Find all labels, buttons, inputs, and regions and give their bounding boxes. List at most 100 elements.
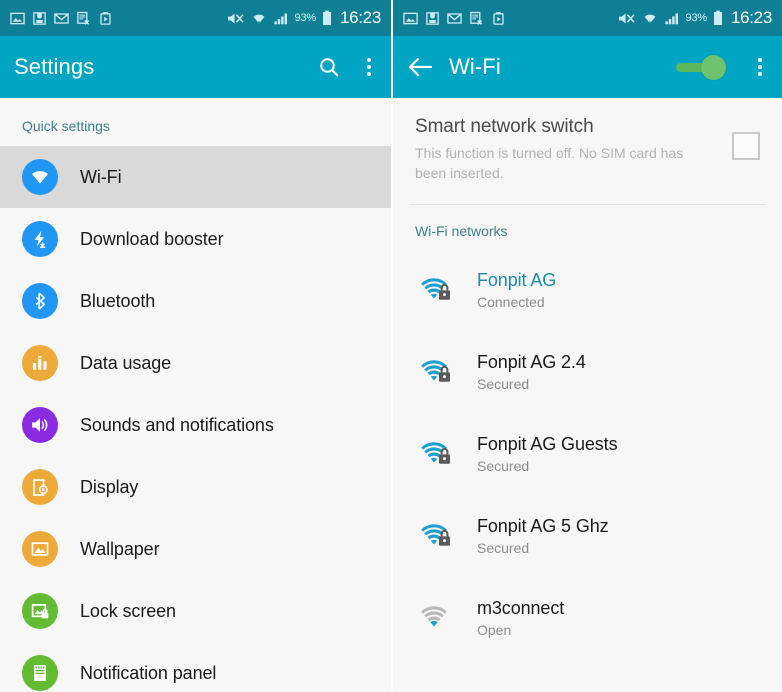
sidebar-item-label: Data usage <box>80 352 172 373</box>
smart-network-switch-description: This function is turned off. No SIM card… <box>415 145 684 182</box>
sidebar-item-lock-screen[interactable]: Lock screen <box>0 580 391 642</box>
network-status: Connected <box>477 293 545 310</box>
overflow-menu-icon[interactable] <box>752 54 768 80</box>
smart-network-switch-checkbox[interactable] <box>732 132 760 160</box>
sidebar-item-bluetooth[interactable]: Bluetooth <box>0 270 391 332</box>
dual-screenshot: 93% 16:23 Settings Quick settings Wi-Fi … <box>0 0 782 692</box>
wifi-networks-label: Wi-Fi networks <box>415 222 508 239</box>
search-icon[interactable] <box>317 55 341 79</box>
app-install-icon <box>493 11 504 25</box>
network-row-fonpit-ag-guests[interactable]: Fonpit AG Guests Secured <box>393 413 782 495</box>
network-status: Open <box>477 621 512 638</box>
settings-app-bar-actions <box>317 54 377 80</box>
quick-settings-label: Quick settings <box>22 118 110 134</box>
mute-icon <box>618 12 635 24</box>
settings-app-bar: Settings <box>0 36 391 98</box>
wifi-secured-icon <box>415 521 455 551</box>
sidebar-item-label: Bluetooth <box>80 290 156 311</box>
bluetooth-badge <box>22 283 58 319</box>
download-booster-icon <box>34 230 46 248</box>
gallery-icon <box>403 12 418 24</box>
sidebar-item-label: Lock screen <box>80 600 176 621</box>
network-name: Fonpit AG 2.4 <box>477 351 586 372</box>
network-name: m3connect <box>477 597 565 618</box>
smart-network-switch-text: Smart network switch This function is tu… <box>415 116 732 184</box>
network-row-fonpit-ag-2-4[interactable]: Fonpit AG 2.4 Secured <box>393 331 782 413</box>
sidebar-item-label: Sounds and notifications <box>80 414 274 435</box>
status-bar: 93% 16:23 <box>0 0 391 36</box>
notification-panel-icon <box>34 665 46 681</box>
status-bar-system-icons: 93% 16:23 <box>226 8 381 28</box>
battery-percent: 93% <box>294 12 317 24</box>
battery-percent: 93% <box>685 12 708 24</box>
sidebar-item-data-usage[interactable]: Data usage <box>0 332 391 394</box>
gmail-icon <box>54 12 69 24</box>
data-usage-icon <box>32 356 47 370</box>
network-status: Secured <box>477 375 530 392</box>
sidebar-item-display[interactable]: Display <box>0 456 391 518</box>
wifi-badge <box>22 159 58 195</box>
sound-badge <box>22 407 58 443</box>
sidebar-item-wallpaper[interactable]: Wallpaper <box>0 518 391 580</box>
gmail-icon <box>447 12 462 24</box>
network-text: Fonpit AG 5 Ghz Secured <box>477 516 760 556</box>
lock-screen-badge <box>22 593 58 629</box>
display-badge <box>22 469 58 505</box>
save-icon <box>33 11 46 25</box>
notification-panel-badge <box>22 655 58 691</box>
signal-icon <box>664 12 678 24</box>
save-icon <box>426 11 439 25</box>
page-title: Wi-Fi <box>449 54 501 79</box>
bluetooth-icon <box>35 292 46 310</box>
network-row-m3connect[interactable]: m3connect Open <box>393 577 782 659</box>
back-arrow-icon[interactable] <box>407 56 433 78</box>
wifi-app-bar: Wi-Fi <box>393 36 782 98</box>
network-row-fonpit-ag-5-ghz[interactable]: Fonpit AG 5 Ghz Secured <box>393 495 782 577</box>
sidebar-item-sounds-and-notifications[interactable]: Sounds and notifications <box>0 394 391 456</box>
wifi-app-bar-actions <box>674 52 768 82</box>
wifi-icon <box>253 14 264 24</box>
page-title: Settings <box>14 54 95 79</box>
network-name: Fonpit AG <box>477 269 557 290</box>
wifi-icon <box>644 14 655 24</box>
sidebar-item-label: Wi-Fi <box>80 166 122 187</box>
status-bar-system-icons: 93% 16:23 <box>617 8 772 28</box>
wifi-icon <box>32 171 48 184</box>
wifi-toggle[interactable] <box>674 52 726 82</box>
data-usage-badge <box>22 345 58 381</box>
status-bar-notification-icons <box>10 11 226 26</box>
sidebar-item-notification-panel[interactable]: Notification panel <box>0 642 391 692</box>
wifi-secured-icon <box>415 357 455 387</box>
overflow-menu-icon[interactable] <box>361 54 377 80</box>
wifi-open-weak-icon <box>415 603 455 633</box>
wifi-secured-icon <box>415 275 455 305</box>
battery-icon <box>322 10 331 25</box>
sidebar-item-download-booster[interactable]: Download booster <box>0 208 391 270</box>
sound-icon <box>32 418 48 432</box>
lock-screen-icon <box>31 603 48 618</box>
network-status: Secured <box>477 539 530 556</box>
battery-icon <box>713 10 722 25</box>
network-name: Fonpit AG Guests <box>477 433 618 454</box>
sidebar-item-label: Notification panel <box>80 662 217 683</box>
display-icon <box>32 478 48 496</box>
sidebar-item-label: Download booster <box>80 228 224 249</box>
network-text: Fonpit AG 2.4 Secured <box>477 352 760 392</box>
gallery-icon <box>10 12 25 24</box>
toggle-knob <box>701 55 726 80</box>
status-bar: 93% 16:23 <box>393 0 782 36</box>
network-text: Fonpit AG Connected <box>477 270 760 310</box>
wallpaper-icon <box>31 542 49 556</box>
app-install-icon <box>100 11 111 25</box>
clock: 16:23 <box>339 8 381 27</box>
clock: 16:23 <box>730 8 772 27</box>
document-error-icon <box>77 11 90 25</box>
wifi-screen: 93% 16:23 Wi-Fi Smart network switch Thi… <box>391 0 782 692</box>
signal-icon <box>273 12 287 24</box>
smart-network-switch-row[interactable]: Smart network switch This function is tu… <box>393 98 782 204</box>
network-row-fonpit-ag[interactable]: Fonpit AG Connected <box>393 249 782 331</box>
settings-screen: 93% 16:23 Settings Quick settings Wi-Fi … <box>0 0 391 692</box>
document-error-icon <box>470 11 483 25</box>
wallpaper-badge <box>22 531 58 567</box>
sidebar-item-wifi[interactable]: Wi-Fi <box>0 146 391 208</box>
